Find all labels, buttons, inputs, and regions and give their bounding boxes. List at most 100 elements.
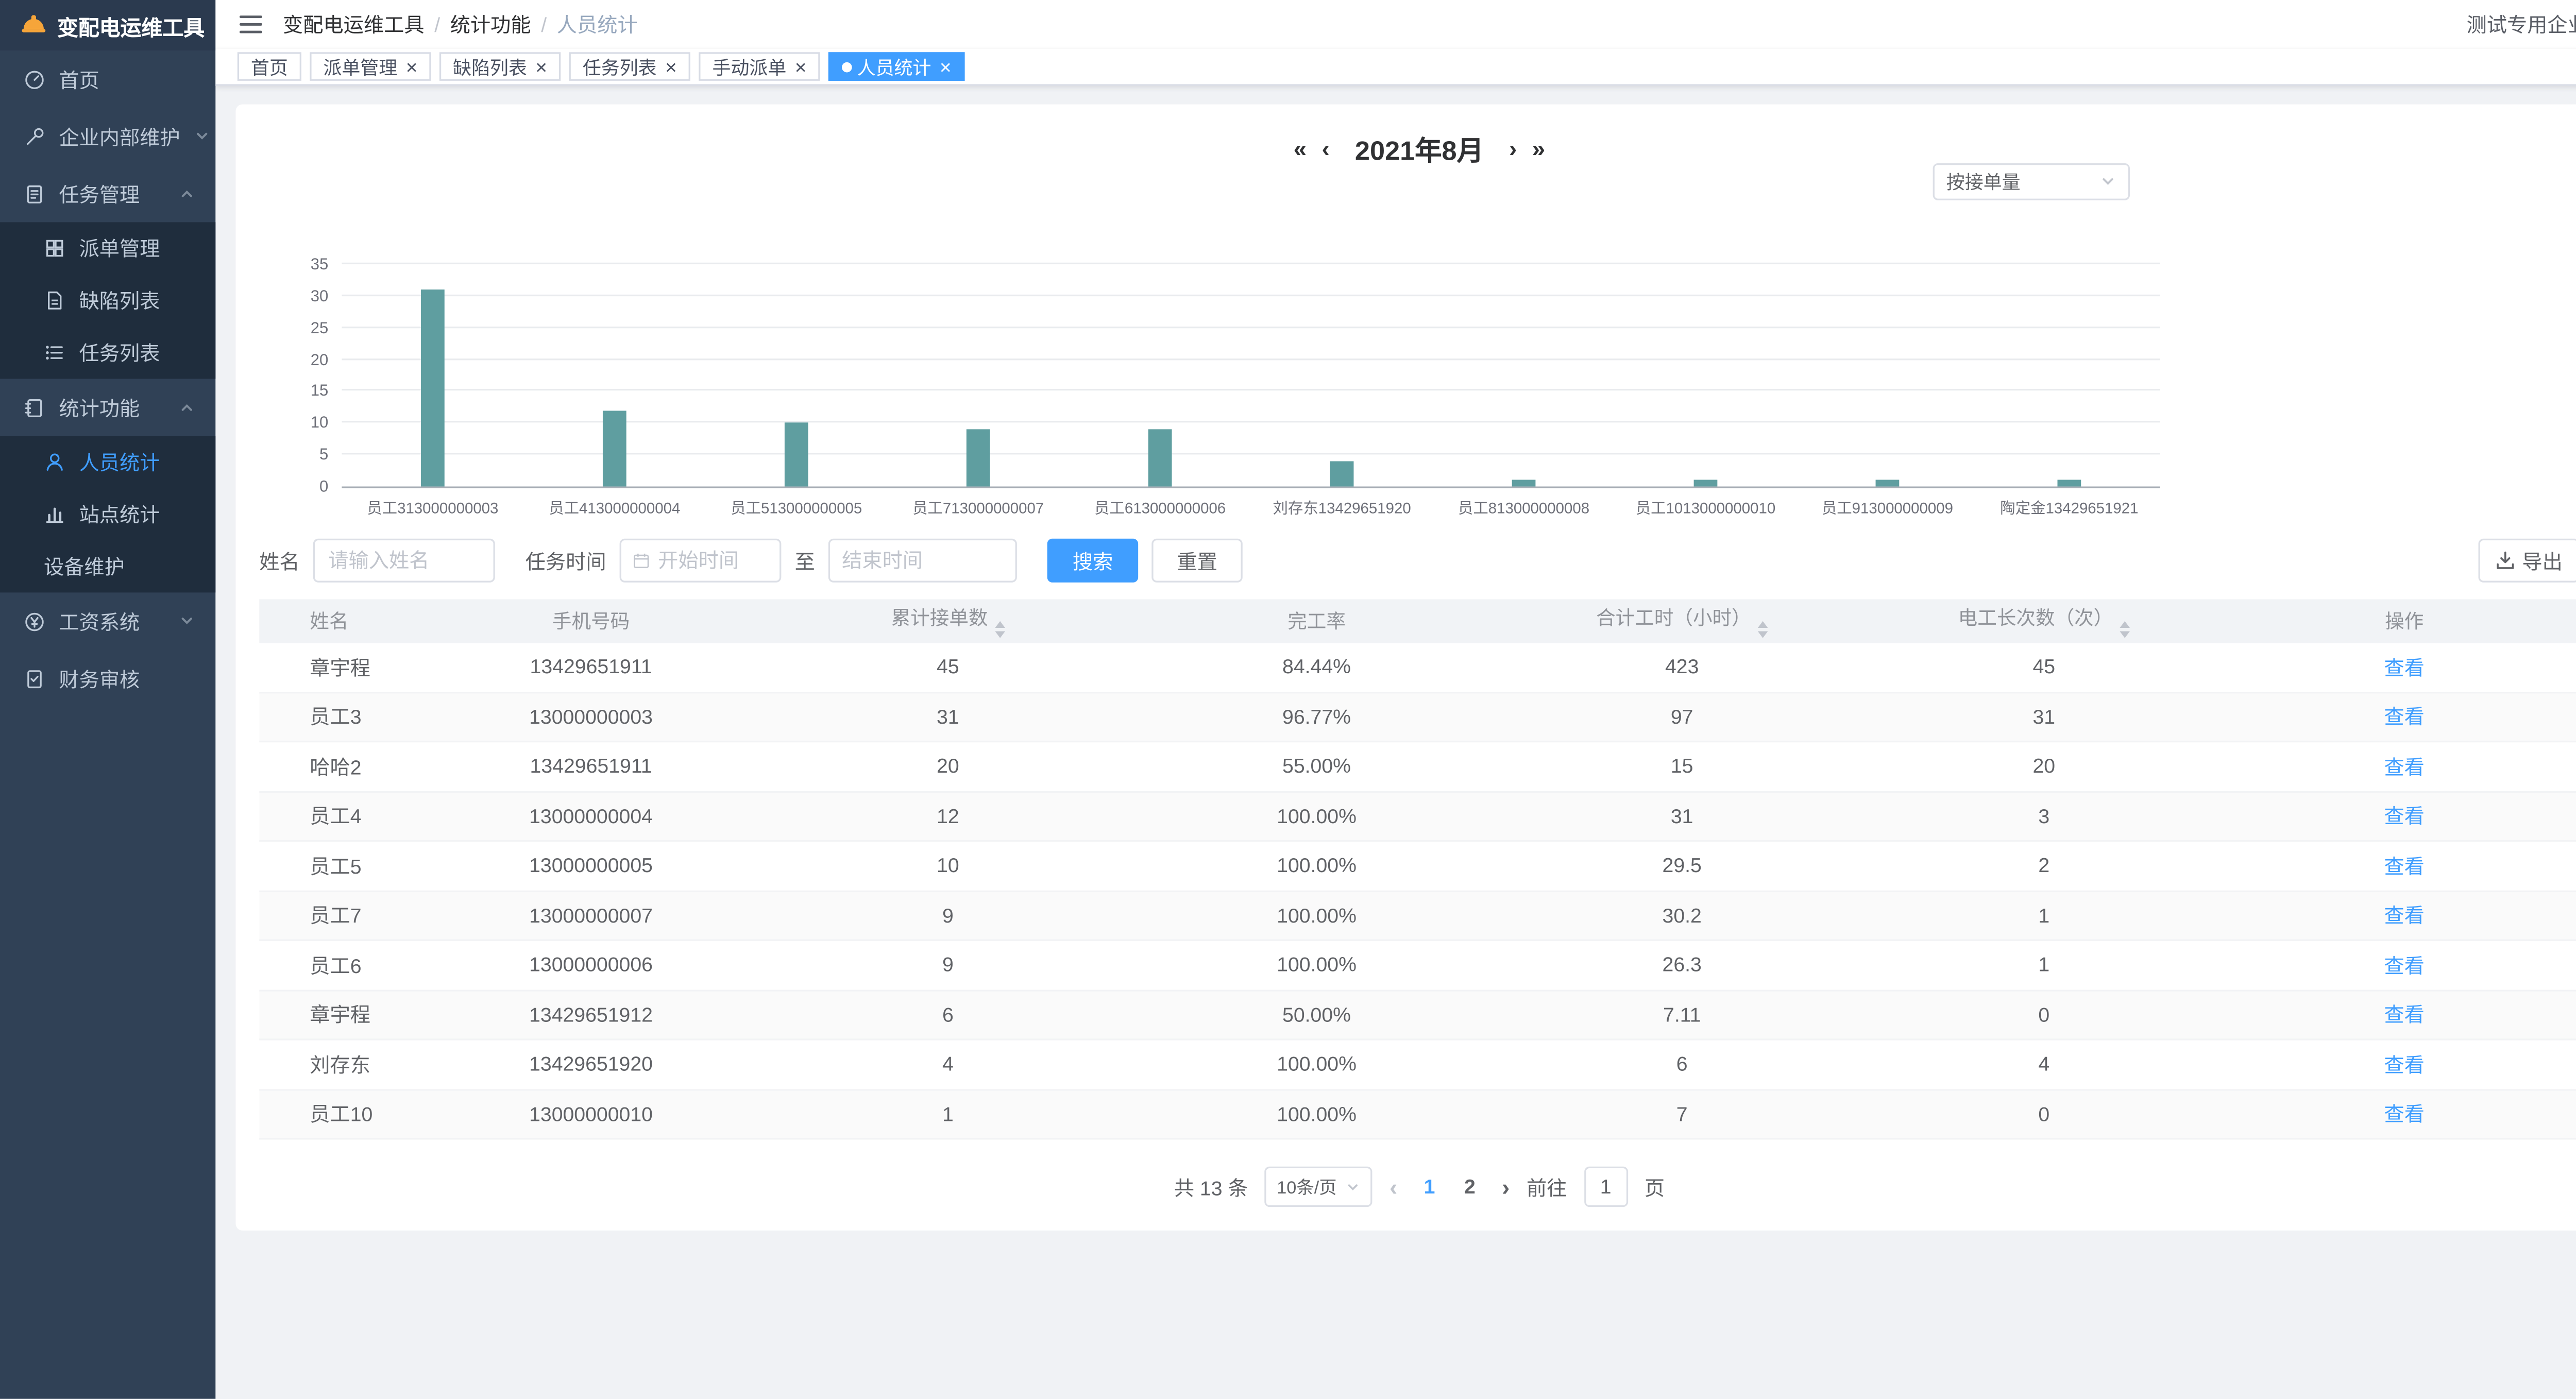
column-header[interactable]: 累计接单数 <box>768 604 1128 638</box>
hamburger-icon[interactable] <box>239 13 263 35</box>
page-number[interactable]: 2 <box>1455 1175 1485 1199</box>
close-icon[interactable]: × <box>535 56 547 76</box>
name-filter-label: 姓名 <box>259 546 299 575</box>
y-tick-label: 30 <box>311 289 329 306</box>
page-number[interactable]: 1 <box>1414 1175 1445 1199</box>
cell: 13000000004 <box>414 804 768 828</box>
audit-icon <box>24 668 45 689</box>
bar-slot <box>1433 266 1615 486</box>
start-time-input[interactable] <box>620 539 782 583</box>
tab-人员统计[interactable]: 人员统计× <box>828 52 965 81</box>
view-link[interactable]: 查看 <box>2384 805 2424 829</box>
view-link[interactable]: 查看 <box>2384 756 2424 779</box>
notebook-icon <box>24 397 45 418</box>
sidebar-item-defect-list[interactable]: 缺陷列表 <box>0 275 215 327</box>
view-link[interactable]: 查看 <box>2384 954 2424 978</box>
list-icon <box>44 342 65 363</box>
sidebar-item-site-statistics[interactable]: 站点统计 <box>0 488 215 540</box>
bar <box>1694 480 1718 486</box>
end-time-field[interactable] <box>842 549 1004 572</box>
menu-label: 工资系统 <box>59 607 140 636</box>
close-icon[interactable]: × <box>665 56 677 76</box>
bar-slot <box>1797 266 1978 486</box>
sidebar-item-equipment-maintenance[interactable]: 设备维护 <box>0 540 215 592</box>
x-axis-label: 员工313000000003 <box>342 497 523 518</box>
company-dropdown[interactable]: 测试专用企业 <box>2467 10 2576 39</box>
sort-carets-icon[interactable] <box>1758 621 1768 638</box>
tags-bar: 首页派单管理× 缺陷列表× 任务列表× 手动派单× 人员统计× <box>215 49 2576 86</box>
prev-page-button[interactable]: ‹ <box>1389 1175 1397 1199</box>
bar <box>785 423 808 486</box>
cell: 9 <box>768 953 1128 977</box>
bar <box>421 289 445 486</box>
x-axis-label: 员工413000000004 <box>523 497 705 518</box>
sidebar-item-task-list[interactable]: 任务列表 <box>0 327 215 379</box>
view-link[interactable]: 查看 <box>2384 855 2424 878</box>
view-link[interactable]: 查看 <box>2384 656 2424 680</box>
next-month-button[interactable]: › <box>1509 137 1517 160</box>
tab-手动派单[interactable]: 手动派单× <box>699 52 820 81</box>
goto-page-input[interactable] <box>1584 1167 1628 1207</box>
pager-pages: 12 <box>1414 1175 1485 1199</box>
metric-select-value: 按接单量 <box>1946 168 2021 195</box>
sidebar: 变配电运维工具 首页 企业内部维护 任务管理 派单管理 <box>0 0 215 1399</box>
prev-month-button[interactable]: ‹ <box>1322 137 1330 160</box>
sort-carets-icon[interactable] <box>995 621 1005 638</box>
sidebar-item-financial-audit[interactable]: 财务审核 <box>0 650 215 707</box>
sidebar-item-personnel-statistics[interactable]: 人员统计 <box>0 436 215 488</box>
column-header: 完工率 <box>1128 608 1505 635</box>
prev-year-button[interactable]: « <box>1294 137 1307 160</box>
cell-actions: 查看 <box>2229 653 2576 681</box>
column-header[interactable]: 电工长次数（次） <box>1859 604 2229 638</box>
view-link[interactable]: 查看 <box>2384 706 2424 729</box>
export-button[interactable]: 导出 <box>2478 539 2576 583</box>
metric-select[interactable]: 按接单量 <box>1933 163 2130 200</box>
table-body: 章宇程134296519114584.44%42345查看员工313000000… <box>259 643 2576 1139</box>
sidebar-item-home[interactable]: 首页 <box>0 50 215 108</box>
cell: 1 <box>1859 953 2229 977</box>
end-time-input[interactable] <box>828 539 1017 583</box>
main-area: 变配电运维工具 / 统计功能 / 人员统计 测试专用企业 首页派单管理× 缺陷列表… <box>215 0 2576 1399</box>
tab-首页[interactable]: 首页 <box>238 52 301 81</box>
name-input[interactable] <box>313 539 495 583</box>
page-size-select[interactable]: 10条/页 <box>1265 1167 1372 1207</box>
tab-派单管理[interactable]: 派单管理× <box>310 52 431 81</box>
view-link[interactable]: 查看 <box>2384 1053 2424 1077</box>
sidebar-item-enterprise-maintenance[interactable]: 企业内部维护 <box>0 108 215 165</box>
view-link[interactable]: 查看 <box>2384 905 2424 928</box>
breadcrumb-item[interactable]: 变配电运维工具 <box>283 10 425 39</box>
view-link[interactable]: 查看 <box>2384 1103 2424 1127</box>
breadcrumb-item[interactable]: 统计功能 <box>450 10 531 39</box>
sidebar-item-statistics[interactable]: 统计功能 <box>0 379 215 436</box>
next-year-button[interactable]: » <box>1532 137 1545 160</box>
reset-button[interactable]: 重置 <box>1152 539 1243 583</box>
close-icon[interactable]: × <box>406 56 418 76</box>
tab-缺陷列表[interactable]: 缺陷列表× <box>439 52 561 81</box>
column-header[interactable]: 合计工时（小时） <box>1505 604 1859 638</box>
cell: 13429651911 <box>414 755 768 778</box>
close-icon[interactable]: × <box>795 56 807 76</box>
sidebar-item-dispatch-management[interactable]: 派单管理 <box>0 222 215 274</box>
bar-chart-icon <box>44 503 65 525</box>
start-time-field[interactable] <box>658 549 768 572</box>
next-page-button[interactable]: › <box>1502 1175 1510 1199</box>
tab-任务列表[interactable]: 任务列表× <box>569 52 690 81</box>
cell: 3 <box>1859 804 2229 828</box>
cell: 100.00% <box>1128 1102 1505 1126</box>
view-link[interactable]: 查看 <box>2384 1004 2424 1028</box>
goto-label: 前往 <box>1527 1172 1567 1201</box>
sidebar-item-salary-system[interactable]: 工资系统 <box>0 592 215 650</box>
app-logo: 变配电运维工具 <box>0 0 215 50</box>
sort-carets-icon[interactable] <box>2120 621 2130 638</box>
cell: 97 <box>1505 705 1859 728</box>
bar-slot <box>1615 266 1797 486</box>
cell: 9 <box>768 903 1128 927</box>
bar-slot <box>705 266 887 486</box>
search-button[interactable]: 搜索 <box>1047 539 1139 583</box>
cell: 1 <box>768 1102 1128 1126</box>
close-icon[interactable]: × <box>940 56 952 76</box>
navbar: 变配电运维工具 / 统计功能 / 人员统计 测试专用企业 <box>215 0 2576 49</box>
cell: 13429651911 <box>414 655 768 679</box>
cell-actions: 查看 <box>2229 851 2576 880</box>
sidebar-item-task-management[interactable]: 任务管理 <box>0 165 215 222</box>
